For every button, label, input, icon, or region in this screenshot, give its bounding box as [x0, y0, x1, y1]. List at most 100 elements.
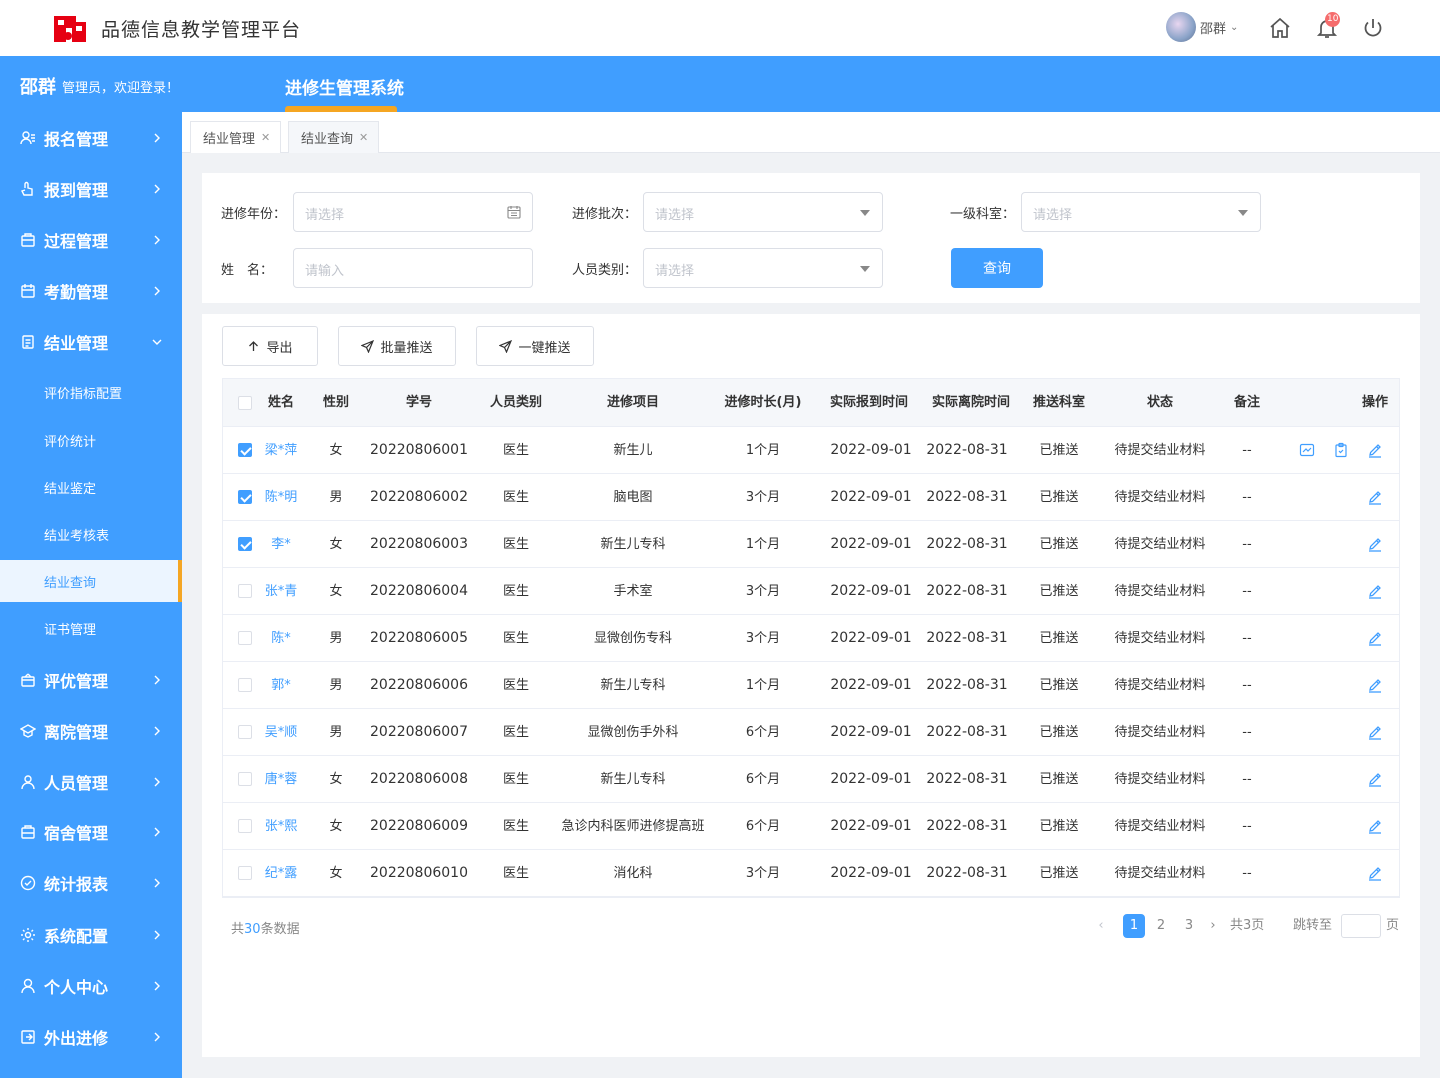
cell-gender: 女 [329, 866, 343, 881]
dept-select[interactable]: 请选择 [1021, 192, 1261, 232]
upload-icon [249, 340, 259, 351]
sidebar-subitem-label: 评价统计 [44, 434, 97, 450]
edit-icon[interactable] [1367, 536, 1383, 552]
cell-name[interactable]: 李* [271, 521, 291, 568]
sidebar-item-external-training[interactable]: 外出进修 [0, 1014, 182, 1060]
user-menu[interactable]: 邵群 ⌄ [1166, 12, 1238, 42]
system-title[interactable]: 进修生管理系统 [285, 74, 404, 99]
close-icon[interactable]: ✕ [359, 131, 368, 144]
table-row[interactable]: 梁*萍 女 20220806001 医生 新生儿 1个月 2022-09-01 2022-08… [223, 427, 1399, 474]
jump-page-input[interactable] [1341, 914, 1381, 938]
user-name: 邵群 [1200, 21, 1227, 37]
year-picker[interactable]: 请选择 [293, 192, 533, 232]
cell-name[interactable]: 纪*露 [265, 850, 298, 897]
edit-icon[interactable] [1367, 724, 1383, 740]
cell-name[interactable]: 张*青 [265, 568, 298, 615]
sidebar-item-profile[interactable]: 个人中心 [0, 963, 182, 1009]
sidebar-item-attendance[interactable]: 考勤管理 [0, 268, 182, 314]
page-2[interactable]: 2 [1152, 914, 1170, 938]
one-click-push-label: 一键推送 [518, 340, 571, 356]
export-button[interactable]: 导出 [222, 326, 318, 366]
sidebar-item-dorm[interactable]: 宿舍管理 [0, 809, 182, 855]
edit-icon[interactable] [1367, 818, 1383, 834]
edit-icon[interactable] [1367, 583, 1383, 599]
sidebar-item-reports[interactable]: 统计报表 [0, 860, 182, 906]
category-select[interactable]: 请选择 [643, 248, 883, 288]
tab-graduation-query[interactable]: 结业查询 ✕ [288, 121, 380, 153]
sidebar-subitem-certificates[interactable]: 证书管理 [0, 607, 182, 649]
edit-icon[interactable] [1367, 771, 1383, 787]
row-checkbox[interactable] [238, 678, 252, 692]
sidebar-subitem-graduation-query[interactable]: 结业查询 [0, 560, 182, 602]
edit-icon[interactable] [1367, 630, 1383, 646]
name-input[interactable]: 请输入 [293, 248, 533, 288]
row-checkbox[interactable] [238, 772, 252, 786]
cell-name[interactable]: 吴*顺 [265, 709, 298, 756]
cell-name[interactable]: 唐*蓉 [265, 756, 298, 803]
table-row[interactable]: 郭* 男 20220806006 医生 新生儿专科 1个月 2022-09-01 2022-0… [223, 662, 1399, 709]
query-button[interactable]: 查询 [951, 248, 1043, 288]
table-row[interactable]: 张*熙 女 20220806009 医生 急诊内科医师进修提高班 6个月 2022-09-0… [223, 803, 1399, 850]
sidebar-item-leave[interactable]: 离院管理 [0, 708, 182, 754]
cell-project: 新生儿 [613, 443, 653, 458]
cell-status: 待提交结业材料 [1114, 584, 1206, 599]
row-checkbox[interactable] [238, 584, 252, 598]
cell-name[interactable]: 郭* [271, 662, 291, 709]
table-row[interactable]: 陈*明 男 20220806002 医生 脑电图 3个月 2022-09-01 2022-08… [223, 474, 1399, 521]
table-row[interactable]: 张*青 女 20220806004 医生 手术室 3个月 2022-09-01 2022-08… [223, 568, 1399, 615]
row-checkbox[interactable] [238, 490, 252, 504]
row-checkbox[interactable] [238, 725, 252, 739]
sidebar-item-checkin[interactable]: 报到管理 [0, 166, 182, 212]
row-checkbox[interactable] [238, 537, 252, 551]
clipboard-check-icon[interactable] [1333, 442, 1349, 458]
cell-name[interactable]: 陈*明 [265, 474, 298, 521]
chevron-right-icon [154, 286, 160, 296]
prev-page-icon[interactable]: ‹ [1094, 914, 1108, 938]
tab-graduation-management[interactable]: 结业管理 ✕ [190, 121, 282, 153]
row-checkbox[interactable] [238, 631, 252, 645]
cell-name[interactable]: 张*熙 [265, 803, 298, 850]
page-1[interactable]: 1 [1123, 914, 1145, 938]
sidebar-item-awards[interactable]: 评优管理 [0, 657, 182, 703]
col-header-gender: 性别 [322, 395, 350, 410]
sidebar-subitem-eval-stats[interactable]: 评价统计 [0, 419, 182, 461]
batch-select[interactable]: 请选择 [643, 192, 883, 232]
power-icon[interactable] [1361, 16, 1385, 40]
row-checkbox[interactable] [238, 866, 252, 880]
page-3[interactable]: 3 [1180, 914, 1198, 938]
close-icon[interactable]: ✕ [261, 131, 270, 144]
sidebar-item-registration[interactable]: 报名管理 [0, 115, 182, 161]
sidebar-item-personnel[interactable]: 人员管理 [0, 759, 182, 805]
edit-icon[interactable] [1367, 489, 1383, 505]
sidebar-item-graduation[interactable]: 结业管理 [0, 319, 182, 365]
batch-push-button[interactable]: 批量推送 [338, 326, 456, 366]
cell-remark: -- [1242, 490, 1252, 505]
col-header-category: 人员类别 [489, 395, 543, 410]
one-click-push-button[interactable]: 一键推送 [476, 326, 594, 366]
cell-name[interactable]: 梁*萍 [265, 427, 298, 474]
select-all-checkbox[interactable] [238, 396, 252, 410]
cell-remark: -- [1242, 772, 1252, 787]
table-row[interactable]: 吴*顺 男 20220806007 医生 显微创伤手外科 6个月 2022-09-01 202… [223, 709, 1399, 756]
table-row[interactable]: 陈* 男 20220806005 医生 显微创伤专科 3个月 2022-09-01 2022-… [223, 615, 1399, 662]
cell-remark: -- [1242, 537, 1252, 552]
next-page-icon[interactable]: › [1206, 914, 1220, 938]
sidebar-subitem-appraisal[interactable]: 结业鉴定 [0, 466, 182, 508]
chevron-right-icon [154, 133, 160, 143]
trend-chart-icon[interactable] [1299, 442, 1315, 458]
edit-icon[interactable] [1367, 865, 1383, 881]
sidebar-item-process[interactable]: 过程管理 [0, 217, 182, 263]
cell-name[interactable]: 陈* [271, 615, 291, 662]
sidebar-subitem-assessment-form[interactable]: 结业考核表 [0, 513, 182, 555]
row-checkbox[interactable] [238, 819, 252, 833]
table-row[interactable]: 唐*蓉 女 20220806008 医生 新生儿专科 6个月 2022-09-01 2022-… [223, 756, 1399, 803]
row-checkbox[interactable] [238, 443, 252, 457]
edit-icon[interactable] [1367, 442, 1383, 458]
home-icon[interactable] [1268, 16, 1292, 40]
edit-icon[interactable] [1367, 677, 1383, 693]
table-row[interactable]: 李* 女 20220806003 医生 新生儿专科 1个月 2022-09-01 2022-0… [223, 521, 1399, 568]
sidebar-item-settings[interactable]: 系统配置 [0, 912, 182, 958]
sidebar-subitem-eval-config[interactable]: 评价指标配置 [0, 371, 182, 413]
table-row[interactable]: 纪*露 女 20220806010 医生 消化科 3个月 2022-09-01 2022-08… [223, 850, 1399, 897]
batch-push-label: 批量推送 [380, 340, 433, 356]
